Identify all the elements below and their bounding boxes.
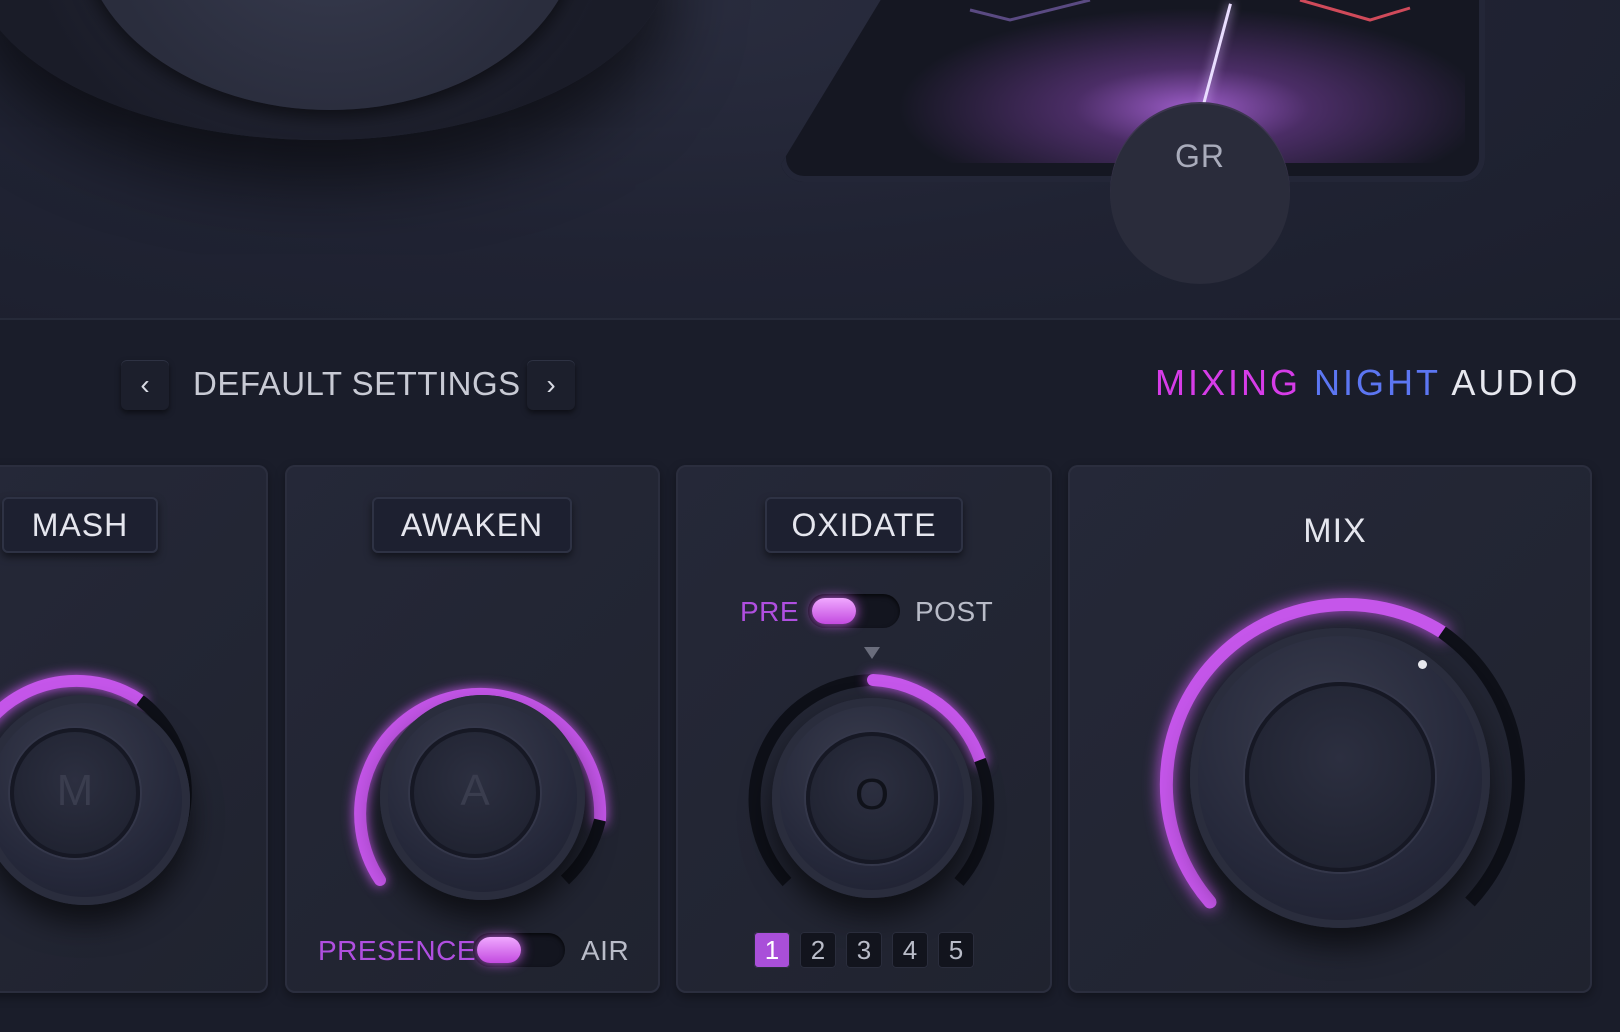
toggle-thumb: [812, 598, 856, 624]
presence-air-toggle[interactable]: [473, 933, 565, 967]
mode-button-3[interactable]: 3: [846, 932, 882, 968]
brand-part1: MIXING: [1155, 362, 1302, 403]
brand-logo: MIXING NIGHT AUDIO: [1155, 362, 1580, 404]
gr-label: GR: [1175, 138, 1225, 174]
post-label: POST: [915, 596, 994, 627]
center-marker-icon: [864, 647, 880, 659]
brand-part3: AUDIO: [1451, 362, 1581, 403]
mash-knob-face: M: [10, 728, 140, 858]
mash-knob-letter: M: [56, 766, 94, 815]
pre-post-toggle[interactable]: [808, 594, 900, 628]
toggle-thumb: [477, 937, 521, 963]
chevron-right-icon: ›: [546, 369, 556, 400]
mix-knob-face: [1245, 682, 1435, 872]
mode-button-5[interactable]: 5: [938, 932, 974, 968]
preset-name[interactable]: DEFAULT SETTINGS: [193, 365, 521, 403]
mix-knob-indicator: [1418, 660, 1427, 669]
gr-badge: [1110, 104, 1290, 284]
brand-part2: NIGHT: [1314, 362, 1441, 403]
mash-button[interactable]: MASH: [2, 497, 158, 553]
mix-label: MIX: [1303, 512, 1367, 550]
awaken-button[interactable]: AWAKEN: [372, 497, 572, 553]
oxidate-knob-letter: O: [854, 770, 890, 819]
chevron-left-icon: ‹: [140, 369, 150, 400]
preset-prev-button[interactable]: ‹: [121, 360, 169, 410]
oxidate-button[interactable]: OXIDATE: [765, 497, 963, 553]
awaken-knob-letter: A: [460, 766, 490, 815]
mode-button-2[interactable]: 2: [800, 932, 836, 968]
pre-label: PRE: [740, 596, 800, 627]
air-label: AIR: [581, 935, 630, 966]
mode-button-4[interactable]: 4: [892, 932, 928, 968]
presence-label: PRESENCE: [318, 935, 477, 966]
mode-button-1[interactable]: 1: [754, 932, 790, 968]
meter-scale-lines: [969, 0, 1411, 22]
preset-next-button[interactable]: ›: [527, 360, 575, 410]
oxidate-knob-face: O: [806, 732, 938, 864]
awaken-knob-face: A: [410, 728, 540, 858]
